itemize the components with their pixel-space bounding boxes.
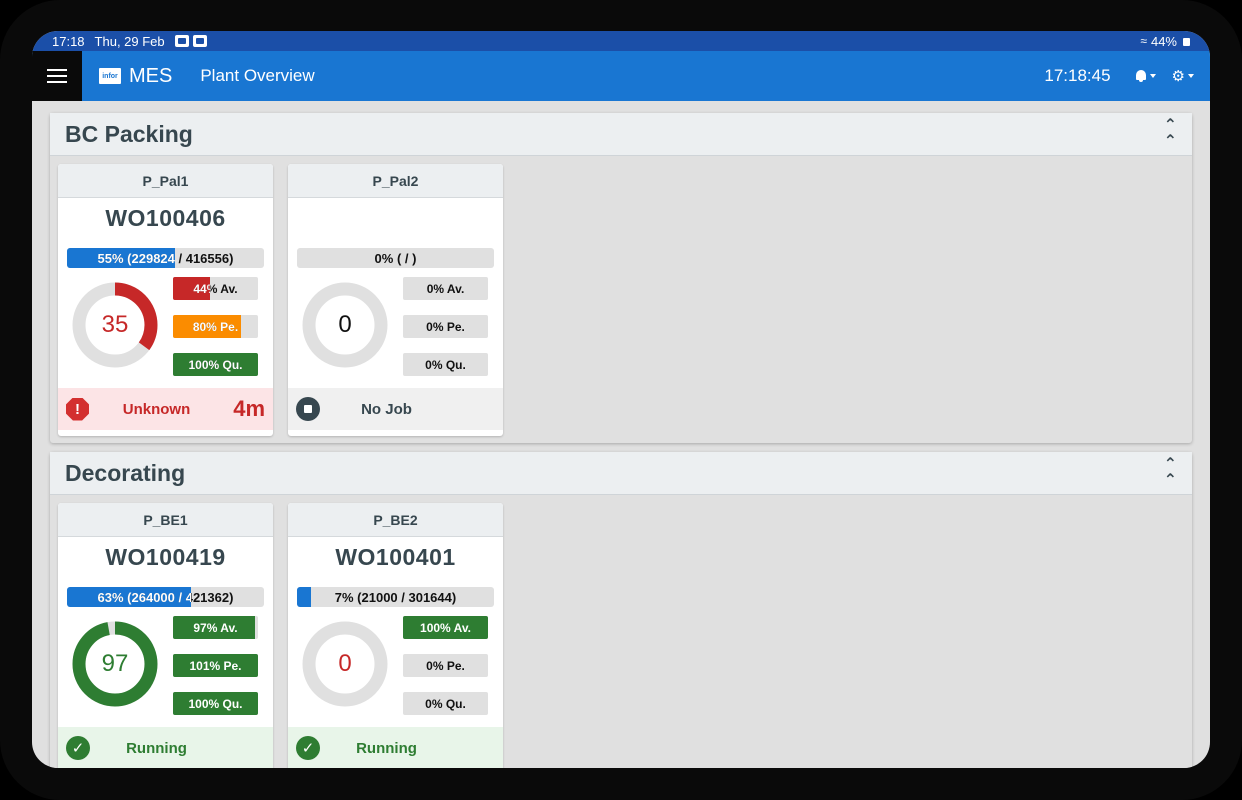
quality-bar: 0% Qu.	[403, 692, 488, 715]
performance-label: 101% Pe.	[189, 658, 242, 673]
work-order: WO100406	[105, 204, 226, 231]
section-title: BC Packing	[65, 120, 193, 147]
battery-icon	[1183, 38, 1190, 46]
oee-metrics: 97 97% Av. 101% Pe. 100% Qu.	[58, 607, 273, 727]
collapse-icon[interactable]: ⌃ ⌃	[1164, 118, 1177, 150]
battery-level: 44%	[1150, 33, 1177, 49]
order-progress-bar: 7% (21000 / 301644)	[297, 587, 494, 607]
status-text: Running	[356, 739, 417, 757]
page-title: Plant Overview	[200, 66, 315, 85]
machine-status: ✓ Running	[58, 727, 273, 768]
progress-label: 7% (21000 / 301644)	[334, 589, 457, 605]
screen: 17:18 Thu, 29 Feb ≈ 44% infor MES Plant …	[32, 31, 1210, 768]
machine-card[interactable]: P_Pal1 WO100406 55% (229824 / 416556) 55…	[58, 164, 273, 436]
machine-card[interactable]: P_Pal2 0% ( / ) 0 0% Av. 0% Pe. 0% Qu. N…	[288, 164, 503, 436]
section-title: Decorating	[65, 459, 186, 486]
availability-bar: 97% Av.	[173, 616, 258, 639]
status-text: Running	[126, 739, 187, 757]
oee-metrics: 0 0% Av. 0% Pe. 0% Qu.	[288, 268, 503, 388]
quality-label: 0% Qu.	[425, 696, 466, 711]
quality-bar: 0% Qu.	[403, 353, 488, 376]
machine-name: P_BE1	[58, 503, 273, 537]
work-order: WO100419	[105, 543, 226, 570]
system-status-bar: 17:18 Thu, 29 Feb ≈ 44%	[32, 31, 1210, 51]
notifications-button[interactable]	[1135, 70, 1156, 82]
performance-bar: 80% Pe. 80% Pe.	[173, 315, 258, 338]
oee-metrics: 0 100% Av. 0% Pe. 0% Qu.	[288, 607, 503, 727]
machine-name: P_BE2	[288, 503, 503, 537]
menu-line-icon	[47, 69, 67, 71]
section-bc-packing: BC Packing ⌃ ⌃ P_Pal1 WO100406 55% (22982…	[50, 113, 1192, 443]
quality-label: 100% Qu.	[188, 696, 243, 711]
performance-bar: 101% Pe.	[173, 654, 258, 677]
availability-label: 97% Av.	[193, 620, 238, 635]
menu-line-icon	[47, 75, 67, 77]
machine-name: P_Pal1	[58, 164, 273, 198]
quality-bar: 100% Qu.	[173, 692, 258, 715]
gear-icon: ⚙	[1171, 68, 1185, 85]
oee-value: 0	[338, 650, 352, 677]
order-progress-bar: 0% ( / )	[297, 248, 494, 268]
availability-label: 0% Av.	[426, 281, 465, 296]
wifi-icon: ≈	[1140, 34, 1147, 48]
status-right: ≈ 44%	[1140, 34, 1190, 49]
oee-gauge: 35	[72, 282, 158, 368]
order-progress-bar: 63% (264000 / 421362) 63% (264000 / 4213…	[67, 587, 264, 607]
quality-bar: 100% Qu. 100% Qu.	[173, 353, 258, 376]
availability-label: 100% Av.	[420, 620, 471, 635]
contact-notification-icon	[192, 35, 207, 47]
oee-metrics: 35 44% Av. 44% Av. 80% Pe. 80% Pe. 100% …	[58, 268, 273, 388]
oee-gauge: 0	[302, 621, 388, 707]
collapse-icon[interactable]: ⌃ ⌃	[1164, 457, 1177, 489]
machine-card[interactable]: P_BE1 WO100419 63% (264000 / 421362) 63%…	[58, 503, 273, 768]
availability-bar: 44% Av. 44% Av.	[173, 277, 258, 300]
performance-bar: 0% Pe.	[403, 654, 488, 677]
section-decorating: Decorating ⌃ ⌃ P_BE1 WO100419 63% (264000…	[50, 452, 1192, 768]
gallery-notification-icon	[174, 35, 189, 47]
menu-line-icon	[47, 81, 67, 83]
oee-gauge: 97	[72, 621, 158, 707]
caret-down-icon	[1149, 74, 1156, 78]
clock: 17:18:45	[1044, 66, 1111, 85]
status-date: Thu, 29 Feb	[94, 33, 165, 49]
machine-status: No Job	[288, 388, 503, 430]
quality-label: 0% Qu.	[425, 357, 466, 372]
oee-value: 35	[101, 311, 129, 338]
availability-bar: 0% Av.	[403, 277, 488, 300]
performance-label: 0% Pe.	[426, 319, 465, 334]
performance-label: 0% Pe.	[426, 658, 465, 673]
work-order: WO100401	[335, 543, 456, 570]
quality-label-overlay: 100% Qu.	[188, 357, 243, 372]
oee-gauge: 0	[302, 282, 388, 368]
plant-overview-content: BC Packing ⌃ ⌃ P_Pal1 WO100406 55% (22982…	[32, 101, 1210, 768]
settings-button[interactable]: ⚙	[1172, 67, 1194, 85]
status-text: Unknown	[122, 400, 191, 418]
oee-value: 97	[101, 650, 129, 677]
app-name: MES	[129, 64, 173, 87]
hamburger-menu-button[interactable]	[32, 51, 82, 101]
machine-status: ✓ Running	[288, 727, 503, 768]
performance-bar: 0% Pe.	[403, 315, 488, 338]
caret-down-icon	[1188, 74, 1194, 78]
tablet-frame: 17:18 Thu, 29 Feb ≈ 44% infor MES Plant …	[0, 0, 1242, 800]
status-text: No Job	[361, 400, 412, 418]
oee-value: 0	[338, 311, 352, 338]
machine-card[interactable]: P_BE2 WO100401 7% (21000 / 301644) 0 100…	[288, 503, 503, 768]
app-bar: infor MES Plant Overview 17:18:45 ⚙	[32, 51, 1210, 101]
progress-label: 0% ( / )	[374, 250, 417, 266]
machine-status: ! Unknown 4m	[58, 388, 273, 430]
work-order	[288, 198, 503, 238]
order-progress-bar: 55% (229824 / 416556) 55% (229824 / 4165…	[67, 248, 264, 268]
section-header: BC Packing ⌃ ⌃	[50, 113, 1192, 156]
status-time: 17:18	[52, 33, 85, 49]
availability-bar: 100% Av.	[403, 616, 488, 639]
bell-icon	[1135, 70, 1147, 82]
machine-name: P_Pal2	[288, 164, 503, 198]
section-header: Decorating ⌃ ⌃	[50, 452, 1192, 495]
infor-logo: infor	[99, 68, 121, 84]
